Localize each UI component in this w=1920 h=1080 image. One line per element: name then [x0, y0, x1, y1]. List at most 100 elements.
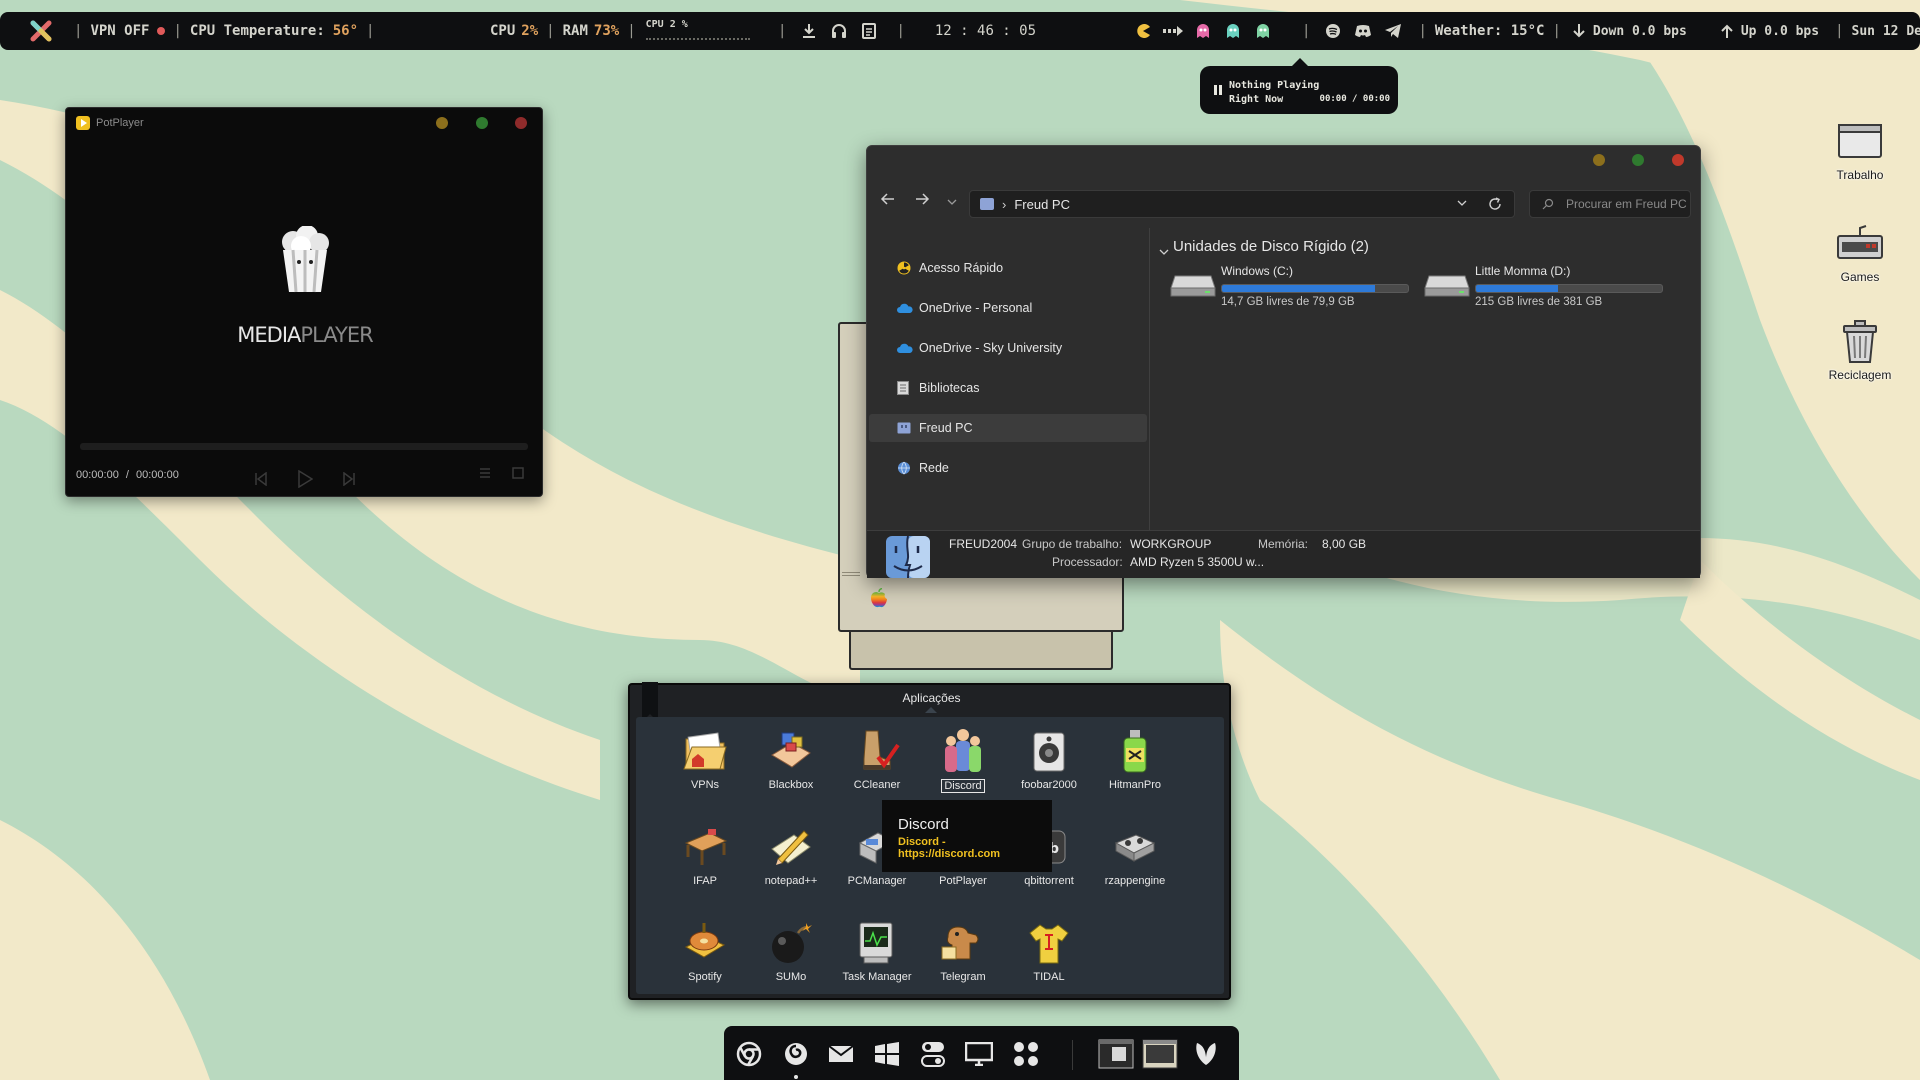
cpu-label: CPU [490, 23, 516, 39]
game-console-icon [1835, 220, 1885, 266]
vpn-status[interactable]: VPN OFF [90, 23, 149, 39]
file-explorer-window[interactable]: › Freud PC Procurar em Freud PC Acesso R… [866, 145, 1701, 579]
sidebar-item-label: Freud PC [919, 421, 973, 435]
drive-d[interactable]: Little Momma (D:) 215 GB livres de 381 G… [1423, 264, 1663, 314]
app-discord[interactable]: Discord [921, 727, 1005, 793]
sidebar-item-acesso-rapido[interactable]: Acesso Rápido [869, 254, 1147, 282]
sidebar-item-freud-pc[interactable]: Freud PC [869, 414, 1147, 442]
top-status-bar: | VPN OFF | CPU Temperature: 56° | CPU 2… [0, 12, 1920, 50]
dock-leaf-icon[interactable] [1191, 1039, 1221, 1069]
maximize-button[interactable] [1632, 154, 1644, 166]
drive-c[interactable]: Windows (C:) 14,7 GB livres de 79,9 GB [1169, 264, 1409, 314]
app-task-manager[interactable]: Task Manager [835, 919, 919, 983]
minimize-button[interactable] [1593, 154, 1605, 166]
dock-monitor-icon[interactable] [964, 1039, 994, 1069]
app-ifap[interactable]: IFAP [663, 823, 747, 887]
time-display: 00:00:00 / 00:00:00 [76, 469, 179, 481]
desktop-icon-reciclagem[interactable]: Reciclagem [1820, 318, 1900, 382]
dock-window-preview-1[interactable] [1098, 1039, 1134, 1069]
potplayer-window[interactable]: PotPlayer MEDIAPLAYER 00:00:00 / 00:00:0… [65, 107, 543, 497]
time-current: 00:00:00 [76, 469, 119, 481]
close-button[interactable] [515, 117, 527, 129]
app-notepadpp[interactable]: notepad++ [749, 823, 833, 887]
telegram-icon[interactable] [1383, 21, 1403, 41]
sidebar-item-bibliotecas[interactable]: Bibliotecas [869, 374, 1147, 402]
drive-usage-fill [1222, 285, 1375, 292]
app-label: Telegram [940, 971, 986, 983]
minimize-button[interactable] [436, 117, 448, 129]
app-foobar2000[interactable]: foobar2000 [1007, 727, 1091, 791]
app-tidal[interactable]: TIDAL [1007, 919, 1091, 983]
sidebar-item-label: Rede [919, 461, 949, 475]
sidebar-item-rede[interactable]: Rede [869, 454, 1147, 482]
mediaplayer-logo: MEDIAPLAYER [66, 323, 544, 347]
potplayer-titlebar[interactable]: PotPlayer [66, 108, 542, 138]
app-vpns[interactable]: VPNs [663, 727, 747, 791]
sidebar-item-onedrive-sky[interactable]: OneDrive - Sky University [869, 334, 1147, 362]
sidebar-item-onedrive-personal[interactable]: OneDrive - Personal [869, 294, 1147, 322]
app-telegram[interactable]: Telegram [921, 919, 1005, 983]
app-tooltip: Discord Discord - https://discord.com [882, 800, 1052, 872]
recent-dropdown-icon[interactable] [947, 194, 957, 212]
address-bar[interactable]: › Freud PC [969, 190, 1515, 218]
cpu-graph-label: CPU 2 % [645, 19, 688, 30]
next-icon[interactable] [342, 471, 356, 491]
processor-label: Processador: [1052, 555, 1123, 569]
play-icon[interactable] [297, 469, 314, 493]
section-chevron-icon[interactable] [1159, 244, 1169, 259]
search-input[interactable]: Procurar em Freud PC [1529, 190, 1691, 218]
close-button[interactable] [1672, 154, 1684, 166]
app-rzappengine[interactable]: rzappengine [1093, 823, 1177, 887]
spotify-icon[interactable] [1323, 21, 1343, 41]
drive-name: Windows (C:) [1221, 264, 1294, 278]
desktop-icon-trabalho[interactable]: Trabalho [1820, 118, 1900, 182]
dock-mail-icon[interactable] [826, 1039, 856, 1069]
app-ccleaner[interactable]: CCleaner [835, 727, 919, 791]
weather: Weather: 15°C [1434, 23, 1545, 39]
app-label: notepad++ [764, 875, 818, 887]
prev-icon[interactable] [254, 471, 268, 491]
document-icon[interactable] [859, 21, 879, 41]
boot-check-icon [854, 727, 900, 775]
workgroup-value: WORKGROUP [1130, 537, 1212, 551]
dock-window-preview-2[interactable] [1142, 1039, 1178, 1069]
back-arrow-icon[interactable] [880, 191, 896, 212]
computer-icon [897, 422, 911, 434]
app-launcher-icon[interactable] [30, 20, 52, 42]
playlist-icon[interactable] [479, 466, 491, 484]
dock-separator [1072, 1040, 1073, 1070]
potplayer-app-icon [76, 116, 90, 130]
refresh-icon[interactable] [1488, 197, 1502, 214]
app-sumo[interactable]: SUMo [749, 919, 833, 983]
forward-arrow-icon[interactable] [914, 191, 930, 212]
app-spotify[interactable]: Spotify [663, 919, 747, 983]
sidebar-item-label: Acesso Rápido [919, 261, 1004, 275]
maximize-button[interactable] [476, 117, 488, 129]
onedrive-cloud-icon [897, 343, 913, 353]
seek-bar[interactable] [80, 443, 528, 450]
mac-window-divider [842, 572, 860, 576]
headphones-icon[interactable] [829, 21, 849, 41]
spray-bottle-icon [1112, 727, 1158, 775]
app-label: Blackbox [768, 779, 814, 791]
dock-firefox-icon[interactable] [781, 1039, 811, 1069]
app-hitmanpro[interactable]: HitmanPro [1093, 727, 1177, 791]
address-dropdown-icon[interactable] [1456, 197, 1468, 212]
discord-icon[interactable] [1353, 21, 1373, 41]
dock-chrome-icon[interactable] [734, 1039, 764, 1069]
popcorn-logo-icon [277, 225, 333, 294]
dock-apps-grid-icon[interactable] [1011, 1039, 1041, 1069]
desktop-icon-games[interactable]: Games [1820, 220, 1900, 284]
drive-usage-bar [1475, 284, 1663, 293]
memory-value: 8,00 GB [1322, 537, 1367, 551]
download-icon[interactable] [799, 21, 819, 41]
fullscreen-icon[interactable] [512, 466, 524, 484]
app-blackbox[interactable]: Blackbox [749, 727, 833, 791]
drive-usage-bar [1221, 284, 1409, 293]
explorer-titlebar[interactable] [867, 146, 1700, 180]
pause-icon[interactable] [1214, 85, 1222, 95]
dock-settings-toggle-icon[interactable] [918, 1039, 948, 1069]
drive-free-space: 14,7 GB livres de 79,9 GB [1221, 296, 1355, 308]
dock-windows-icon[interactable] [872, 1039, 902, 1069]
bomb-icon [768, 919, 814, 967]
